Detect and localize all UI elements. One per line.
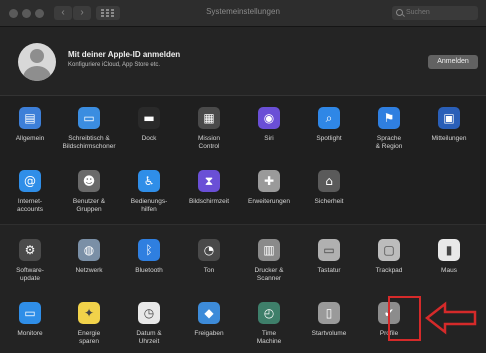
internet-accounts-icon: @ <box>19 170 41 192</box>
pane-label: Drucker & Scanner <box>254 267 284 282</box>
pane-label: Sicherheit <box>314 198 344 205</box>
pane-desktop[interactable]: ▭ Schreibtisch & Bildschirmschoner <box>59 107 119 155</box>
red-arrow-annotation <box>425 301 477 335</box>
pane-time-machine[interactable]: ◴ Time Machine <box>239 302 299 350</box>
highlight-box <box>388 296 421 341</box>
pane-dock[interactable]: ▬ Dock <box>119 107 179 155</box>
pane-siri[interactable]: ◉ Siri <box>239 107 299 155</box>
pane-display[interactable]: ▭ Monitore <box>0 302 60 350</box>
bluetooth-icon: ᛒ <box>138 239 160 261</box>
display-icon: ▭ <box>19 302 41 324</box>
pane-label: Sprache & Region <box>375 135 403 150</box>
avatar <box>18 43 56 81</box>
pane-mission-control[interactable]: ▦ Mission Control <box>179 107 239 155</box>
pane-label: Trackpad <box>375 267 403 274</box>
pane-label: Bildschirmzeit <box>188 198 230 205</box>
date-time-icon: ◷ <box>138 302 160 324</box>
time-machine-icon: ◴ <box>258 302 280 324</box>
accessibility-icon: ♿ <box>138 170 160 192</box>
startup-disk-icon: ▯ <box>318 302 340 324</box>
apple-id-subtitle: Konfiguriere iCloud, App Store etc. <box>68 62 161 68</box>
pane-sound[interactable]: ◔ Ton <box>179 239 239 287</box>
mission-control-icon: ▦ <box>198 107 220 129</box>
search-input[interactable]: Suchen <box>392 6 478 20</box>
screen-time-icon: ⧗ <box>198 170 220 192</box>
keyboard-icon: ▭ <box>318 239 340 261</box>
sound-icon: ◔ <box>198 239 220 261</box>
pane-internet-accounts[interactable]: @ Internet- accounts <box>0 170 60 218</box>
pane-printer[interactable]: ▥ Drucker & Scanner <box>239 239 299 287</box>
pane-startup-disk[interactable]: ▯ Startvolume <box>299 302 359 350</box>
mouse-icon: ▮ <box>438 239 460 261</box>
pane-sharing[interactable]: ◆ Freigaben <box>179 302 239 350</box>
software-update-icon: ⚙ <box>19 239 41 261</box>
pane-label: Siri <box>264 135 274 142</box>
pane-accessibility[interactable]: ♿ Bedienungs- hilfen <box>119 170 179 218</box>
pane-mouse[interactable]: ▮ Maus <box>419 239 479 287</box>
window-titlebar: ‹ › Systemeinstellungen Suchen <box>0 0 486 27</box>
pane-label: Erweiterungen <box>248 198 290 205</box>
pane-label: Allgemein <box>15 135 45 142</box>
notifications-icon: ▣ <box>438 107 460 129</box>
pane-date-time[interactable]: ◷ Datum & Uhrzeit <box>119 302 179 350</box>
pane-energy-saver[interactable]: ✦ Energie sparen <box>59 302 119 350</box>
search-placeholder: Suchen <box>406 9 430 16</box>
general-icon: ▤ <box>19 107 41 129</box>
pane-label: Maus <box>441 267 457 274</box>
sharing-icon: ◆ <box>198 302 220 324</box>
pane-label: Bedienungs- hilfen <box>130 198 168 213</box>
pane-label: Mitteilungen <box>431 135 467 142</box>
pane-general[interactable]: ▤ Allgemein <box>0 107 60 155</box>
pane-label: Bluetooth <box>135 267 163 274</box>
dock-icon: ▬ <box>138 107 160 129</box>
network-icon: ◍ <box>78 239 100 261</box>
pane-screen-time[interactable]: ⧗ Bildschirmzeit <box>179 170 239 218</box>
pane-spotlight[interactable]: ⌕ Spotlight <box>299 107 359 155</box>
apple-id-banner: Mit deiner Apple-ID anmelden Konfigurier… <box>0 27 486 96</box>
pane-label: Freigaben <box>194 330 224 337</box>
extensions-icon: ✚ <box>258 170 280 192</box>
apple-id-title: Mit deiner Apple-ID anmelden <box>68 50 181 59</box>
language-icon: ⚑ <box>378 107 400 129</box>
sign-in-button[interactable]: Anmelden <box>428 55 478 69</box>
pane-label: Dock <box>141 135 157 142</box>
pane-label: Benutzer & Gruppen <box>72 198 106 213</box>
pane-label: Software- update <box>16 267 44 282</box>
pane-label: Monitore <box>17 330 43 337</box>
pane-trackpad[interactable]: ▢ Trackpad <box>359 239 419 287</box>
energy-saver-icon: ✦ <box>78 302 100 324</box>
pane-label: Spotlight <box>316 135 342 142</box>
pane-security[interactable]: ⌂ Sicherheit <box>299 170 359 218</box>
pane-label: Tastatur <box>317 267 341 274</box>
pane-software-update[interactable]: ⚙ Software- update <box>0 239 60 287</box>
pane-keyboard[interactable]: ▭ Tastatur <box>299 239 359 287</box>
pane-extensions[interactable]: ✚ Erweiterungen <box>239 170 299 218</box>
siri-icon: ◉ <box>258 107 280 129</box>
pane-label: Schreibtisch & Bildschirmschoner <box>62 135 116 150</box>
pane-label: Startvolume <box>311 330 347 337</box>
pane-network[interactable]: ◍ Netzwerk <box>59 239 119 287</box>
security-icon: ⌂ <box>318 170 340 192</box>
pane-users[interactable]: ☻ Benutzer & Gruppen <box>59 170 119 218</box>
pane-notifications[interactable]: ▣ Mitteilungen <box>419 107 479 155</box>
pane-label: Energie sparen <box>77 330 101 345</box>
pane-label: Netzwerk <box>75 267 103 274</box>
spotlight-icon: ⌕ <box>318 107 340 129</box>
printer-icon: ▥ <box>258 239 280 261</box>
pane-label: Time Machine <box>256 330 282 345</box>
desktop-icon: ▭ <box>78 107 100 129</box>
pane-label: Internet- accounts <box>16 198 44 213</box>
trackpad-icon: ▢ <box>378 239 400 261</box>
pane-label: Datum & Uhrzeit <box>136 330 162 345</box>
pane-language[interactable]: ⚑ Sprache & Region <box>359 107 419 155</box>
search-icon <box>396 9 403 16</box>
pane-bluetooth[interactable]: ᛒ Bluetooth <box>119 239 179 287</box>
pane-label: Mission Control <box>197 135 221 150</box>
users-icon: ☻ <box>78 170 100 192</box>
pane-label: Ton <box>203 267 215 274</box>
